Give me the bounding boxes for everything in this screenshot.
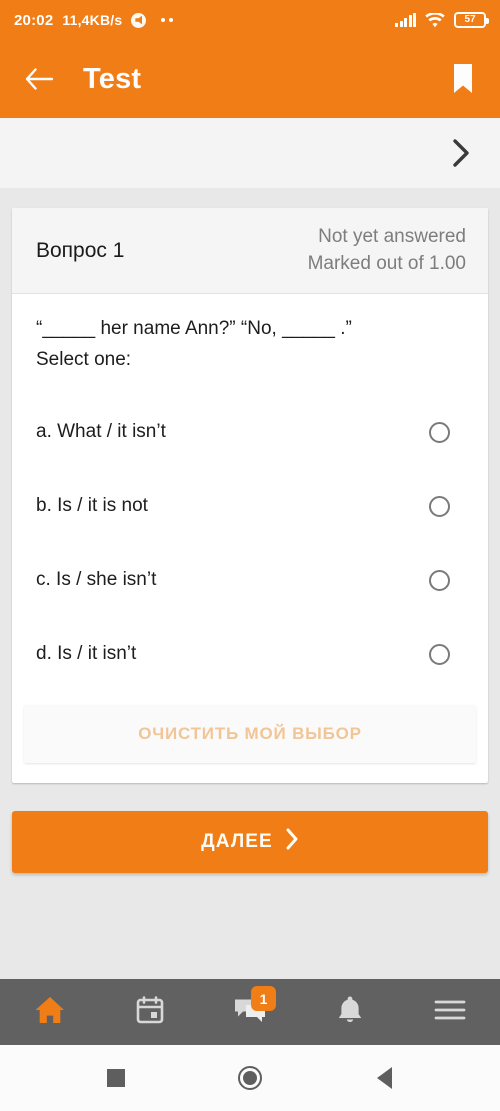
messages-badge: 1 <box>251 986 276 1011</box>
app-bar: Test <box>0 40 500 118</box>
option-c-label: c. Is / she isn’t <box>36 569 157 591</box>
bottom-nav-notifications[interactable] <box>321 986 379 1038</box>
bell-icon <box>336 995 364 1030</box>
mute-icon <box>131 12 147 28</box>
chevron-right-icon <box>285 828 299 856</box>
status-data-rate: 11,4KB/s <box>62 12 123 28</box>
question-number: Вопрос 1 <box>36 238 125 262</box>
question-card-header: Вопрос 1 Not yet answered Marked out of … <box>12 208 488 294</box>
bottom-nav-menu[interactable] <box>421 986 479 1038</box>
more-dots-icon <box>161 18 174 22</box>
bottom-nav-home[interactable] <box>21 986 79 1038</box>
calendar-icon <box>136 995 164 1029</box>
bottom-navigation-bar: 1 <box>0 979 500 1045</box>
battery-icon: 57 <box>454 12 489 28</box>
radio-button-a[interactable] <box>429 421 450 443</box>
question-status: Not yet answered Marked out of 1.00 <box>308 224 466 276</box>
circle-icon <box>238 1066 262 1090</box>
question-text: “_____ her name Ann?” “No, _____ .” <box>36 318 352 339</box>
option-a-label: a. What / it isn’t <box>36 421 166 443</box>
back-button[interactable] <box>367 1061 401 1095</box>
system-navigation-bar <box>0 1045 500 1111</box>
question-marks: Marked out of 1.00 <box>307 252 466 274</box>
wifi-icon <box>425 11 445 28</box>
option-c[interactable]: c. Is / she isn’t <box>36 543 464 617</box>
status-bar-left: 20:02 11,4KB/s <box>14 12 395 29</box>
triangle-icon <box>376 1067 392 1089</box>
quiz-content: Вопрос 1 Not yet answered Marked out of … <box>0 188 500 979</box>
option-d[interactable]: d. Is / it isn’t <box>36 617 464 691</box>
status-time: 20:02 <box>14 11 54 29</box>
status-bar: 20:02 11,4KB/s 57 <box>0 0 500 40</box>
radio-button-c[interactable] <box>429 569 450 591</box>
option-b[interactable]: b. Is / it is not <box>36 469 464 543</box>
select-one-prompt: Select one: <box>36 349 132 371</box>
chevron-right-icon[interactable] <box>444 136 478 170</box>
option-b-label: b. Is / it is not <box>36 495 148 517</box>
battery-level: 57 <box>464 14 476 25</box>
cellular-signal-icon <box>395 13 416 27</box>
bookmark-icon[interactable] <box>448 62 478 96</box>
option-d-label: d. Is / it isn’t <box>36 643 137 665</box>
recents-button[interactable] <box>99 1061 133 1095</box>
question-card: Вопрос 1 Not yet answered Marked out of … <box>12 208 488 784</box>
page-title: Test <box>83 62 142 95</box>
square-icon <box>107 1069 125 1087</box>
radio-button-d[interactable] <box>429 643 450 665</box>
radio-button-b[interactable] <box>429 495 450 517</box>
next-button[interactable]: ДАЛЕЕ <box>12 811 488 874</box>
clear-my-choice-button[interactable]: ОЧИСТИТЬ МОЙ ВЫБОР <box>24 705 476 764</box>
question-state: Not yet answered <box>318 226 466 248</box>
bottom-nav-messages[interactable]: 1 <box>221 986 279 1038</box>
quiz-nav-strip <box>0 118 500 188</box>
home-button[interactable] <box>233 1061 267 1095</box>
next-button-label: ДАЛЕЕ <box>201 831 273 853</box>
answer-options: a. What / it isn’t b. Is / it is not c. … <box>36 395 464 691</box>
back-arrow-icon[interactable] <box>22 62 56 96</box>
home-icon <box>34 995 66 1030</box>
phone-screen: 20:02 11,4KB/s 57 Test Вопрос 1 Not yet … <box>0 0 500 1111</box>
bottom-nav-calendar[interactable] <box>121 986 179 1038</box>
status-bar-right: 57 <box>395 11 489 28</box>
question-body: “_____ her name Ann?” “No, _____ .” Sele… <box>12 294 488 691</box>
option-a[interactable]: a. What / it isn’t <box>36 395 464 469</box>
hamburger-menu-icon <box>434 999 466 1026</box>
